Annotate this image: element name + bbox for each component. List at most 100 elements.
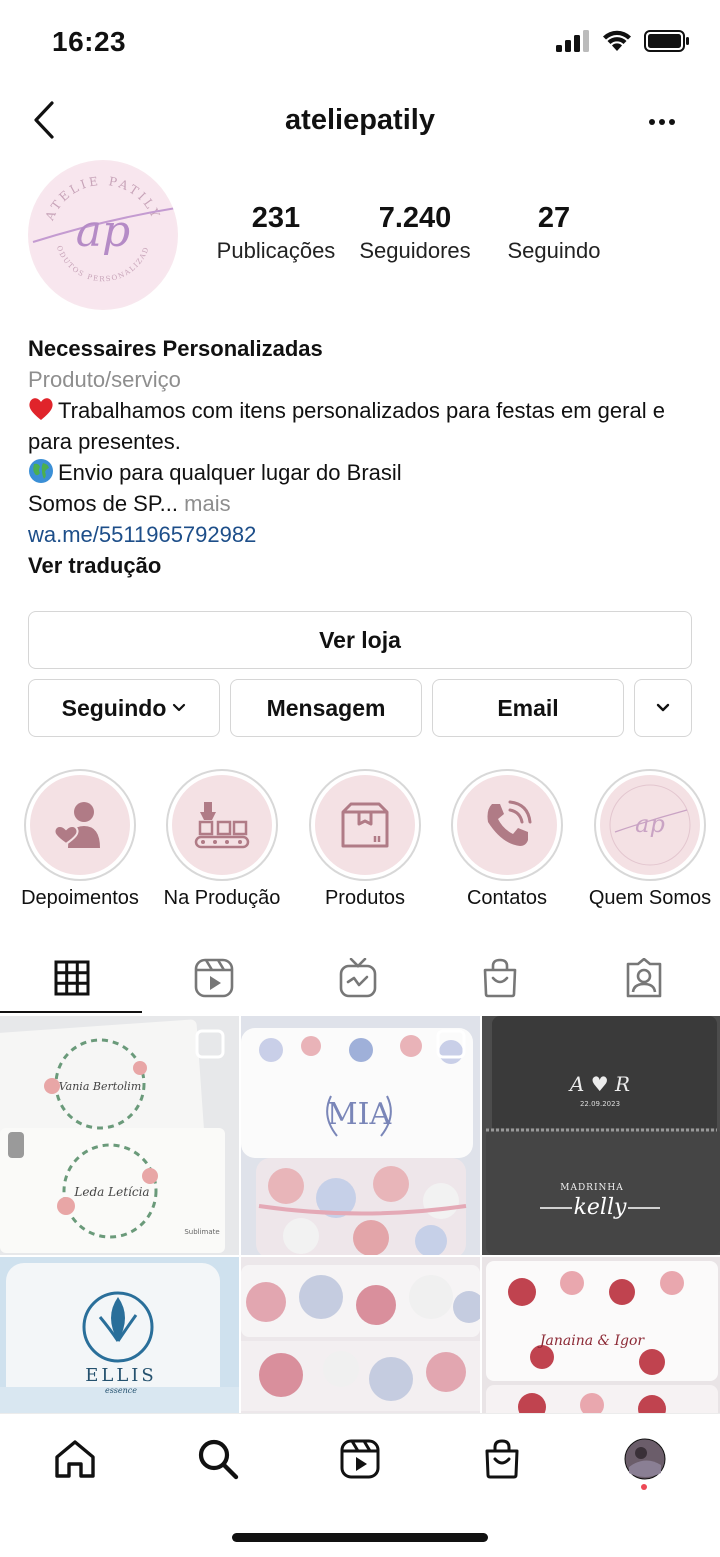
highlight-na-producao[interactable]: Na Produção [164, 769, 280, 909]
profile-bio: Necessaires Personalizadas Produto/servi… [28, 333, 698, 581]
see-translation-link[interactable]: Ver tradução [28, 550, 698, 581]
post-thumbnail[interactable]: A ♥ R 22.09.2023 MADRINHA kelly [482, 1016, 720, 1255]
signal-icon [556, 30, 589, 52]
profile-display-name: Necessaires Personalizadas [28, 336, 323, 361]
brand-logo: ATELIE PATILY PRODUTOS PERSONALIZADOS ap [28, 160, 177, 308]
post-image [241, 1257, 480, 1416]
reels-icon [194, 958, 234, 998]
post-text: essence [105, 1386, 137, 1395]
post-text: kelly [574, 1195, 627, 1220]
post-thumbnail[interactable]: MIA [241, 1016, 480, 1255]
battery-icon [644, 30, 689, 52]
post-image: Vania Bertolim Leda Letícia Sublimate [0, 1016, 239, 1255]
stat-followers-value: 7.240 [378, 202, 452, 234]
bio-line-1-text: Trabalhamos com itens personalizados par… [28, 398, 665, 454]
globe-emoji [29, 459, 53, 483]
nav-reels[interactable] [330, 1432, 390, 1486]
logo-monogram: ap [635, 810, 665, 838]
profile-header: ateliepatily [0, 88, 720, 156]
post-text: MIA [327, 1097, 392, 1132]
active-tab-indicator [0, 1011, 142, 1013]
tab-grid[interactable] [0, 942, 144, 1014]
profile-avatar[interactable]: ATELIE PATILY PRODUTOS PERSONALIZADOS ap [28, 160, 178, 310]
status-bar: 16:23 [0, 0, 720, 88]
post-text: 22.09.2023 [580, 1100, 620, 1108]
nav-home[interactable] [45, 1432, 105, 1486]
stat-posts-label: Publicações [216, 238, 336, 263]
tab-reels[interactable] [142, 942, 286, 1014]
highlight-contatos[interactable]: Contatos [451, 769, 563, 909]
nav-shop[interactable] [472, 1432, 532, 1486]
post-text: MADRINHA [560, 1183, 624, 1193]
tab-igtv[interactable] [286, 942, 430, 1014]
posts-grid: Vania Bertolim Leda Letícia Sublimate MI… [0, 1016, 720, 1416]
view-shop-label: Ver loja [319, 626, 401, 653]
post-image: Janaina & Igor [482, 1257, 720, 1416]
search-icon [198, 1439, 239, 1480]
stat-followers[interactable]: 7.240 Seguidores [347, 200, 483, 266]
profile-tabs [0, 942, 720, 1014]
profile-stats: 231 Publicações 7.240 Seguidores 27 Segu… [205, 200, 625, 270]
post-text: Sublimate [184, 1228, 219, 1236]
status-time: 16:23 [52, 26, 127, 57]
tab-shop[interactable] [428, 942, 572, 1014]
tab-tagged[interactable] [572, 942, 716, 1014]
post-text: ELLIS [85, 1365, 157, 1386]
profile-category: Produto/serviço [28, 367, 181, 392]
nav-profile[interactable] [615, 1432, 675, 1486]
post-thumbnail[interactable]: Vania Bertolim Leda Letícia Sublimate [0, 1016, 239, 1255]
view-shop-button[interactable]: Ver loja [28, 611, 692, 669]
person-heart-icon [53, 802, 100, 848]
bio-website-link[interactable]: wa.me/5511965792982 [28, 519, 698, 550]
profile-username: ateliepatily [285, 104, 435, 136]
stat-following[interactable]: 27 Seguindo [494, 200, 614, 266]
box-icon [341, 802, 389, 848]
more-options-button[interactable] [640, 102, 684, 142]
tagged-person-icon [626, 958, 662, 998]
post-text: Janaina & Igor [537, 1333, 645, 1349]
chevron-down-icon [656, 703, 670, 712]
grid-icon [54, 960, 90, 996]
phone-icon [487, 800, 532, 846]
profile-avatar [624, 1438, 666, 1480]
highlight-quem-somos[interactable]: ap Quem Somos [589, 769, 711, 909]
highlight-produtos[interactable]: Produtos [309, 769, 421, 909]
email-label: Email [497, 694, 559, 721]
message-button[interactable]: Mensagem [230, 679, 422, 737]
suggested-accounts-button[interactable] [634, 679, 692, 737]
stat-following-value: 27 [537, 202, 571, 234]
bio-line-3: Somos de SP... mais [28, 488, 698, 519]
post-image: ELLIS essence [0, 1257, 239, 1416]
home-indicator[interactable] [232, 1533, 488, 1542]
bio-more-link[interactable]: mais [184, 491, 230, 516]
stat-following-label: Seguindo [507, 238, 601, 263]
post-thumbnail[interactable] [241, 1257, 480, 1416]
post-text: Leda Letícia [73, 1185, 149, 1199]
logo-monogram: ap [76, 206, 130, 257]
post-thumbnail[interactable]: Janaina & Igor [482, 1257, 720, 1416]
following-button[interactable]: Seguindo [28, 679, 220, 737]
igtv-icon [339, 958, 377, 998]
bio-line-1: Trabalhamos com itens personalizados par… [28, 395, 698, 457]
wifi-icon [603, 30, 631, 51]
stat-posts[interactable]: 231 Publicações [205, 200, 347, 266]
stat-followers-label: Seguidores [359, 238, 471, 263]
heart-emoji [29, 398, 53, 420]
notification-dot [641, 1484, 647, 1490]
shop-icon [485, 1439, 519, 1479]
post-thumbnail[interactable]: ELLIS essence [0, 1257, 239, 1416]
following-label: Seguindo [61, 694, 167, 721]
chevron-down-icon [173, 703, 186, 712]
nav-search[interactable] [188, 1432, 248, 1486]
message-label: Mensagem [266, 694, 386, 721]
logo-icon: ap [609, 784, 691, 866]
more-horizontal-icon [649, 119, 675, 125]
highlight-depoimentos[interactable]: Depoimentos [21, 769, 139, 909]
home-icon [55, 1440, 95, 1478]
post-image: A ♥ R 22.09.2023 MADRINHA kelly [482, 1016, 720, 1255]
reels-icon [340, 1439, 380, 1479]
email-button[interactable]: Email [432, 679, 624, 737]
bio-line-2: Envio para qualquer lugar do Brasil [28, 457, 698, 488]
post-image: MIA [241, 1016, 480, 1255]
bottom-tab-bar [0, 1413, 720, 1503]
